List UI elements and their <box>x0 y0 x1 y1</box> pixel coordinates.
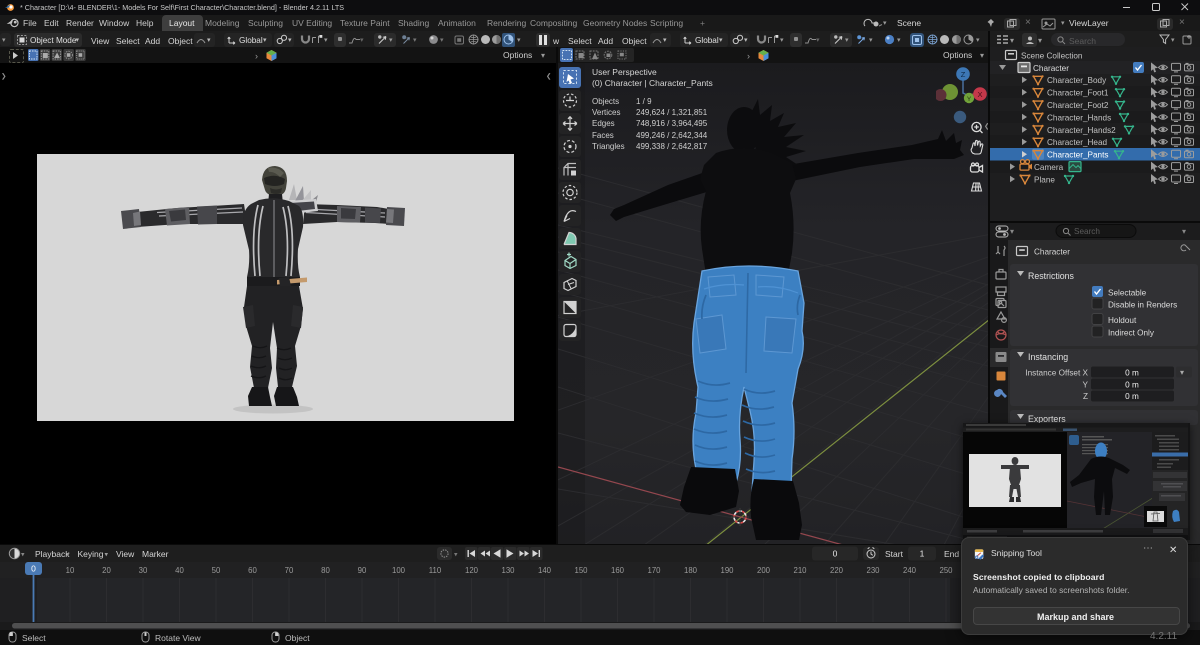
svg-text:120: 120 <box>465 566 479 575</box>
svg-text:130: 130 <box>501 566 515 575</box>
svg-text:Start: Start <box>885 549 904 559</box>
svg-text:20: 20 <box>102 566 111 575</box>
svg-text:Camera: Camera <box>1034 163 1064 172</box>
svg-text:0 m: 0 m <box>1125 392 1139 401</box>
svg-text:150: 150 <box>574 566 588 575</box>
svg-text:90: 90 <box>358 566 367 575</box>
svg-text:Z: Z <box>961 70 966 79</box>
svg-text:Playback: Playback <box>35 549 70 559</box>
svg-text:End: End <box>944 549 959 559</box>
svg-text:30: 30 <box>139 566 148 575</box>
svg-text:50: 50 <box>212 566 221 575</box>
svg-text:Restrictions: Restrictions <box>1028 271 1075 281</box>
svg-text:Y: Y <box>1083 380 1089 389</box>
svg-text:190: 190 <box>720 566 734 575</box>
svg-text:70: 70 <box>285 566 294 575</box>
svg-text:View: View <box>116 549 135 559</box>
svg-text:Character_Body: Character_Body <box>1047 76 1107 85</box>
svg-text:Character_Pants: Character_Pants <box>1047 151 1108 160</box>
svg-text:▾: ▾ <box>1182 227 1186 236</box>
svg-text:10: 10 <box>66 566 75 575</box>
svg-text:170: 170 <box>647 566 661 575</box>
svg-text:240: 240 <box>903 566 917 575</box>
svg-text:Character: Character <box>1033 64 1069 73</box>
svg-text:▾: ▾ <box>1010 227 1014 236</box>
svg-text:Character_Head: Character_Head <box>1047 138 1108 147</box>
svg-text:▾: ▾ <box>105 552 109 559</box>
svg-text:Rotate View: Rotate View <box>155 633 202 643</box>
svg-text:210: 210 <box>793 566 807 575</box>
svg-text:0 m: 0 m <box>1125 369 1139 378</box>
svg-text:Y: Y <box>967 96 972 103</box>
svg-text:▾: ▾ <box>1180 368 1184 377</box>
svg-text:Instance Offset X: Instance Offset X <box>1025 369 1088 378</box>
svg-text:220: 220 <box>830 566 844 575</box>
svg-text:40: 40 <box>175 566 184 575</box>
svg-text:Z: Z <box>1083 392 1088 401</box>
svg-text:▾: ▾ <box>21 552 25 559</box>
svg-text:Character_Foot1: Character_Foot1 <box>1047 89 1109 98</box>
svg-text:0: 0 <box>31 564 36 574</box>
svg-text:X: X <box>977 90 982 99</box>
svg-text:Marker: Marker <box>142 549 169 559</box>
svg-text:60: 60 <box>248 566 257 575</box>
svg-text:Object: Object <box>285 633 310 643</box>
svg-text:80: 80 <box>321 566 330 575</box>
svg-text:Disable in Renders: Disable in Renders <box>1108 301 1177 310</box>
svg-text:100: 100 <box>392 566 406 575</box>
svg-text:Holdout: Holdout <box>1108 316 1137 325</box>
svg-text:140: 140 <box>538 566 552 575</box>
svg-text:250: 250 <box>939 566 953 575</box>
svg-text:Select: Select <box>22 633 46 643</box>
svg-text:Character: Character <box>1034 248 1070 257</box>
svg-text:0: 0 <box>833 549 838 559</box>
svg-text:200: 200 <box>757 566 771 575</box>
svg-text:Plane: Plane <box>1034 175 1055 184</box>
svg-text:Selectable: Selectable <box>1108 289 1147 298</box>
svg-text:Search: Search <box>1074 227 1100 236</box>
svg-text:1: 1 <box>920 549 925 559</box>
svg-text:Scene Collection: Scene Collection <box>1021 52 1083 61</box>
svg-text:Character_Hands: Character_Hands <box>1047 113 1111 122</box>
svg-text:Character_Foot2: Character_Foot2 <box>1047 101 1109 110</box>
svg-text:230: 230 <box>866 566 880 575</box>
svg-text:160: 160 <box>611 566 625 575</box>
svg-text:0 m: 0 m <box>1125 380 1139 389</box>
svg-text:▾: ▾ <box>454 552 458 559</box>
svg-text:Character_Hands2: Character_Hands2 <box>1047 126 1116 135</box>
svg-text:▾: ▾ <box>66 552 70 559</box>
svg-text:Instancing: Instancing <box>1028 352 1068 362</box>
svg-text:Indirect Only: Indirect Only <box>1108 329 1155 338</box>
svg-text:180: 180 <box>684 566 698 575</box>
svg-text:Keying: Keying <box>78 549 104 559</box>
svg-text:110: 110 <box>429 566 442 575</box>
